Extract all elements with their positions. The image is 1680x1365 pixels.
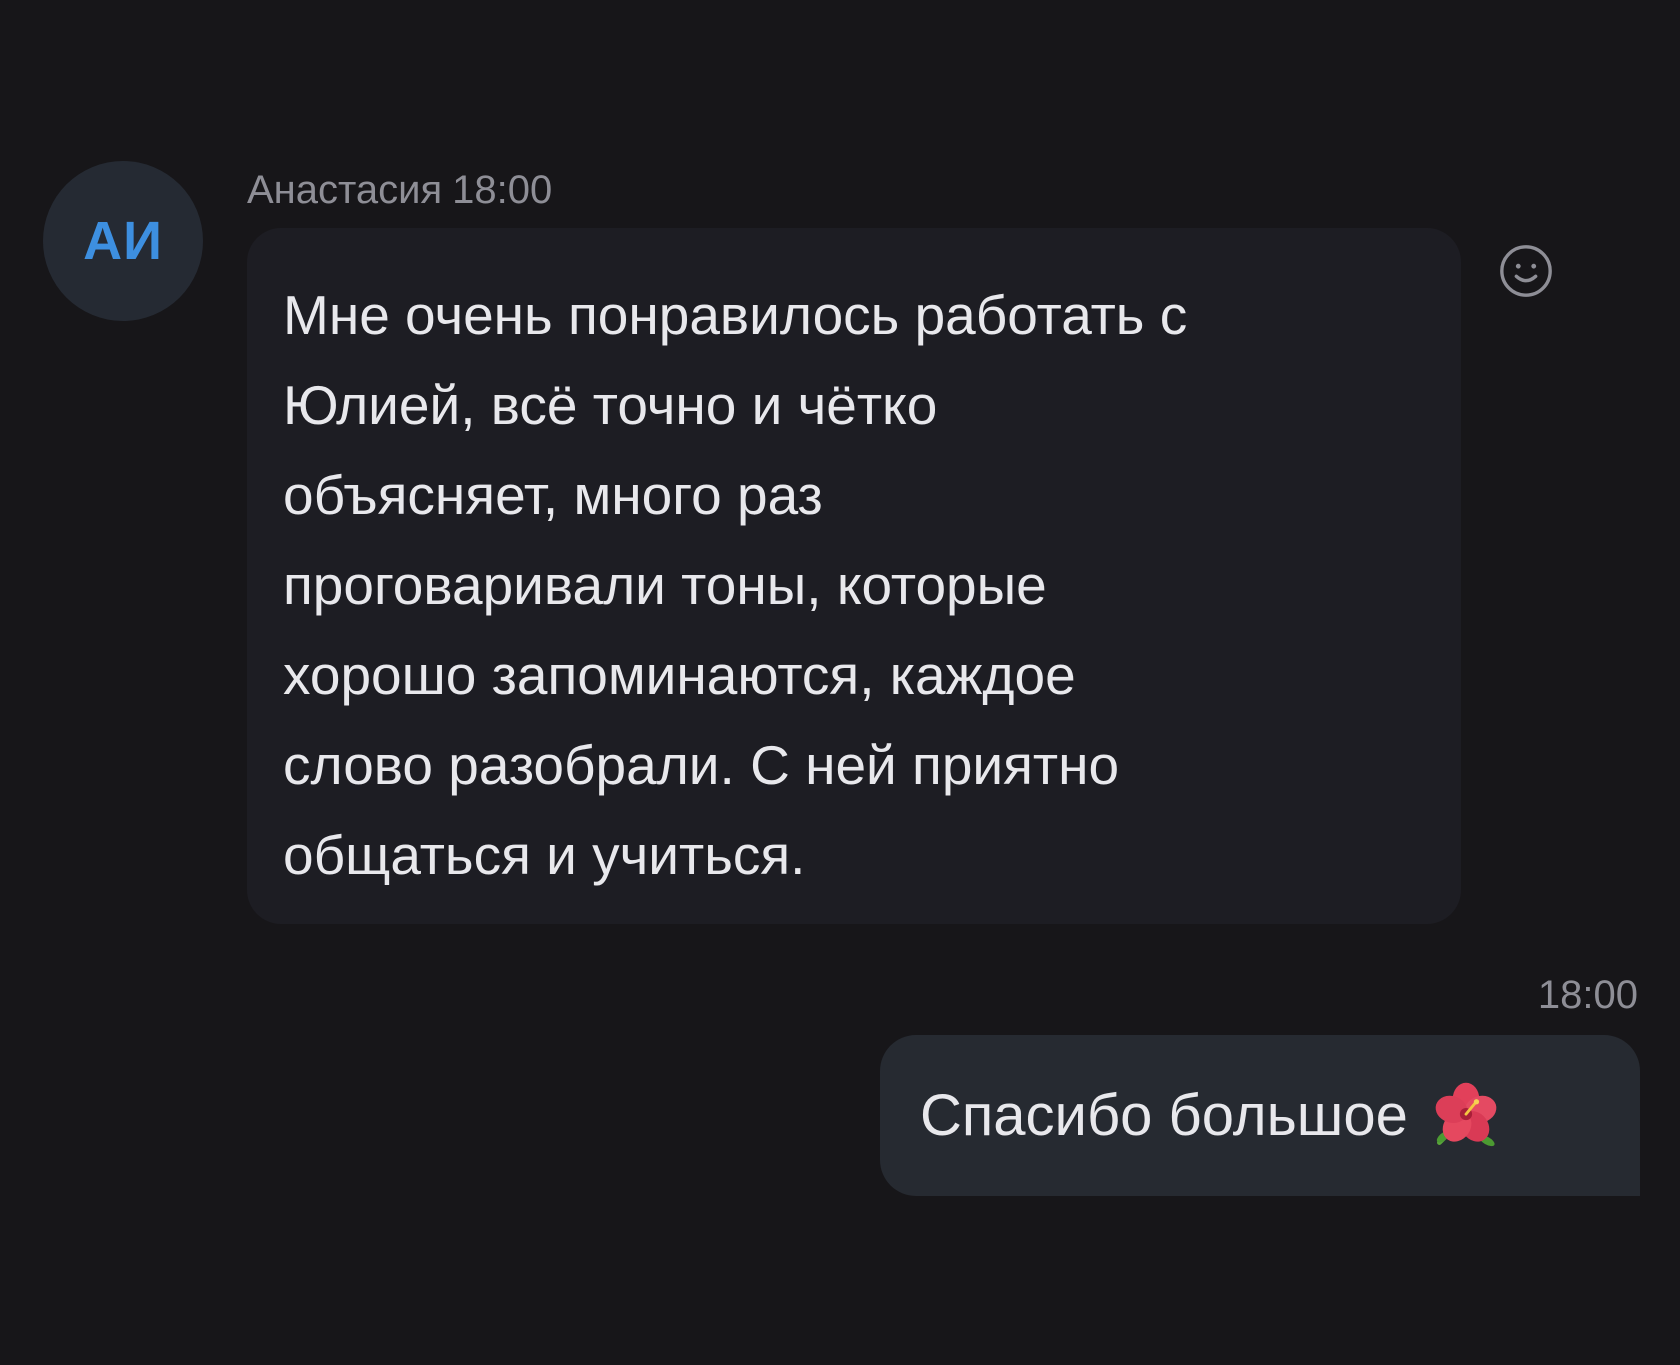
incoming-message-meta: Анастасия 18:00 bbox=[247, 168, 552, 213]
smiley-icon[interactable] bbox=[1497, 242, 1555, 300]
hibiscus-flower-icon bbox=[1435, 1082, 1497, 1146]
message-line: Юлией, всё точно и чётко bbox=[283, 374, 938, 436]
outgoing-message-time: 18:00 bbox=[1537, 973, 1638, 1017]
message-line: хорошо запоминаются, каждое bbox=[283, 644, 1076, 706]
message-line: общаться и учиться. bbox=[283, 824, 806, 886]
sender-name[interactable]: Анастасия bbox=[247, 168, 442, 212]
outgoing-message-text: Спасибо большое bbox=[920, 1083, 1408, 1148]
message-line: объясняет, много раз bbox=[283, 464, 823, 526]
message-text: Мне очень понравилось работать с Юлией, … bbox=[283, 270, 1425, 900]
avatar-initials: АИ bbox=[83, 211, 163, 271]
incoming-message-bubble[interactable]: Мне очень понравилось работать с Юлией, … bbox=[247, 228, 1461, 924]
message-line: Мне очень понравилось работать с bbox=[283, 284, 1188, 346]
message-line: проговаривали тоны, которые bbox=[283, 554, 1047, 616]
message-line: слово разобрали. С ней приятно bbox=[283, 734, 1120, 796]
message-time: 18:00 bbox=[452, 168, 553, 212]
avatar[interactable]: АИ bbox=[43, 161, 203, 321]
outgoing-message-bubble[interactable]: Спасибо большое bbox=[880, 1035, 1640, 1196]
